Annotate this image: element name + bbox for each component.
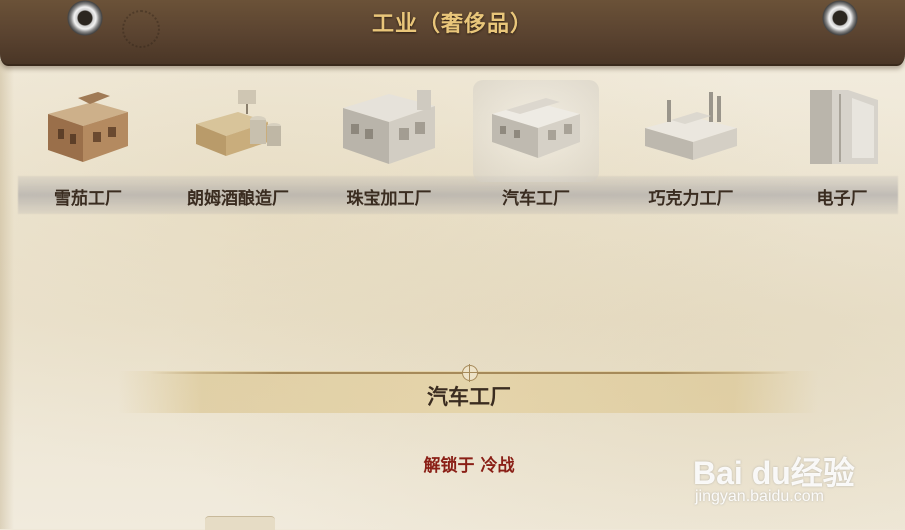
car-factory-icon <box>492 98 580 158</box>
building-item-cigar[interactable]: 雪茄工厂 <box>19 80 157 214</box>
building-label: 雪茄工厂 <box>54 189 122 209</box>
crosshair-icon <box>461 364 479 382</box>
building-label: 电子厂 <box>816 189 868 209</box>
building-item-jewelry[interactable]: 珠宝加工厂 <box>320 80 458 214</box>
building-item-chocolate[interactable]: 巧克力工厂 <box>622 80 760 214</box>
jewelry-factory-icon <box>343 90 435 164</box>
building-label: 汽车工厂 <box>502 189 570 209</box>
baidu-watermark: Bai du经验 jingyan.baidu.com <box>693 428 893 510</box>
detail-title: 汽车工厂 <box>427 385 511 409</box>
electronics-factory-icon <box>810 90 878 164</box>
building-label: 珠宝加工厂 <box>346 189 432 209</box>
chocolate-factory-icon <box>645 92 737 160</box>
cigar-factory-icon <box>48 92 128 162</box>
building-item-car[interactable]: 汽车工厂 <box>467 80 605 214</box>
rum-distillery-icon <box>196 90 281 156</box>
page-title: 工业（奢侈品） <box>371 12 533 37</box>
header-bar: 工业（奢侈品） <box>0 0 905 66</box>
building-item-rum[interactable]: 朗姆酒酿造厂 <box>169 80 307 214</box>
building-item-electronics[interactable]: 电子厂 <box>773 80 905 214</box>
building-label: 朗姆酒酿造厂 <box>187 189 289 209</box>
watermark-url: jingyan.baidu.com <box>695 488 824 505</box>
building-label: 巧克力工厂 <box>648 189 734 209</box>
paper-scrap <box>205 516 275 530</box>
